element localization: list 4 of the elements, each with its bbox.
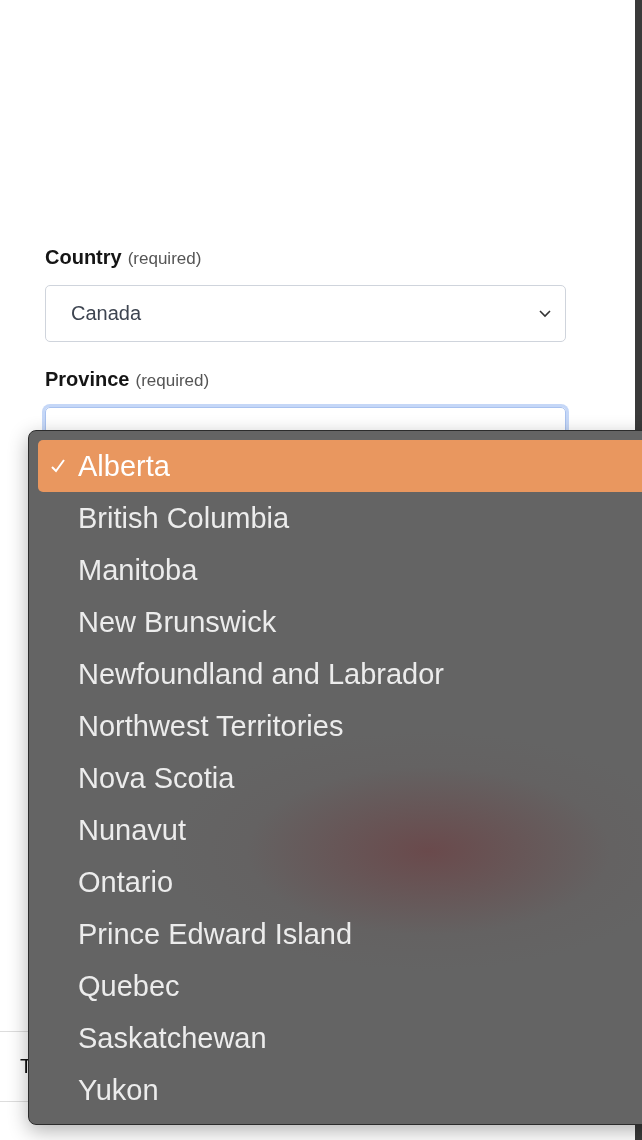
field-label: Province (45, 368, 130, 391)
required-hint: (required) (127, 249, 202, 269)
field-label: Country (45, 246, 122, 269)
required-hint: (required) (135, 371, 210, 391)
